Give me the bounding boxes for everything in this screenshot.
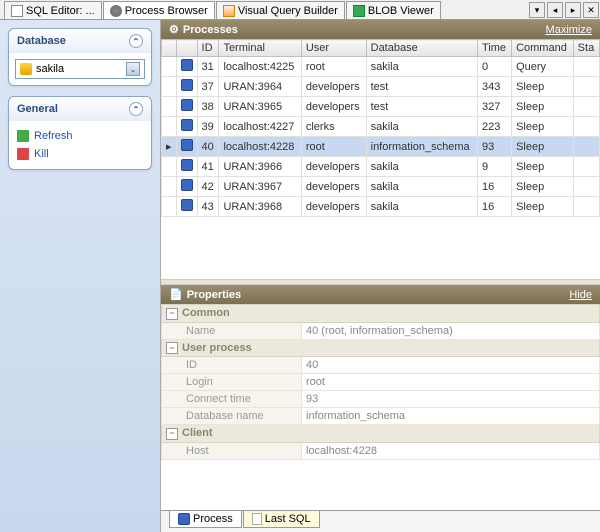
top-tabstrip: SQL Editor: ... Process Browser Visual Q… [0,0,600,20]
tab-sql-editor[interactable]: SQL Editor: ... [4,1,102,19]
processes-grid[interactable]: IDTerminalUserDatabaseTimeCommandSta 31l… [161,39,600,279]
general-panel-title: General [17,103,58,115]
tab-last-sql[interactable]: Last SQL [243,511,320,528]
tab-prev-button[interactable]: ◂ [547,2,563,18]
processes-icon: ⚙ [169,23,179,36]
sql-doc-icon [252,513,262,525]
table-row[interactable]: ▸40localhost:4228rootinformation_schema9… [162,137,600,157]
properties-grid: −CommonName40 (root, information_schema)… [161,304,600,510]
general-panel: General ⌃ Refresh Kill [8,96,152,170]
table-row[interactable]: 41URAN:3966developerssakila9Sleep [162,157,600,177]
row-icon [181,159,193,171]
property-group[interactable]: −User process [162,339,600,357]
row-icon [181,139,193,151]
property-row: Loginroot [162,374,600,391]
database-select[interactable]: sakila ⌄ [15,59,145,79]
column-header[interactable]: User [301,40,366,57]
kill-link[interactable]: Kill [15,145,145,163]
property-group[interactable]: −Common [162,305,600,323]
column-header[interactable]: Sta [573,40,599,57]
database-panel-title: Database [17,35,66,47]
collapse-icon[interactable]: ⌃ [129,102,143,116]
tab-next-button[interactable]: ▸ [565,2,581,18]
tab-visual-query-builder[interactable]: Visual Query Builder [216,1,345,19]
chevron-down-icon[interactable]: ⌄ [126,62,140,76]
table-row[interactable]: 43URAN:3968developerssakila16Sleep [162,197,600,217]
property-row: ID40 [162,357,600,374]
row-icon [181,179,193,191]
property-group[interactable]: −Client [162,425,600,443]
refresh-icon [17,130,29,142]
column-header[interactable]: Time [478,40,512,57]
processes-header: ⚙ Processes Maximize [161,20,600,39]
property-row: Name40 (root, information_schema) [162,322,600,339]
process-icon [178,513,190,525]
tab-process-browser[interactable]: Process Browser [103,1,215,19]
maximize-link[interactable]: Maximize [546,24,592,36]
database-panel: Database ⌃ sakila ⌄ [8,28,152,86]
column-header[interactable]: Command [512,40,574,57]
table-row[interactable]: 39localhost:4227clerkssakila223Sleep [162,117,600,137]
row-icon [181,79,193,91]
gear-icon [110,5,122,17]
property-row: Hostlocalhost:4228 [162,442,600,459]
property-row: Database nameinformation_schema [162,408,600,425]
refresh-link[interactable]: Refresh [15,127,145,145]
column-header[interactable]: ID [197,40,219,57]
properties-icon: 📄 [169,288,183,301]
kill-icon [17,148,29,160]
bottom-tabstrip: Process Last SQL [161,510,600,532]
row-icon [181,59,193,71]
column-header[interactable]: Database [366,40,477,57]
blob-icon [353,5,365,17]
vq-icon [223,5,235,17]
table-row[interactable]: 42URAN:3967developerssakila16Sleep [162,177,600,197]
row-icon [181,99,193,111]
hide-link[interactable]: Hide [569,289,592,301]
table-row[interactable]: 31localhost:4225rootsakila0Query [162,57,600,77]
tab-process[interactable]: Process [169,511,242,528]
column-header[interactable]: Terminal [219,40,301,57]
database-icon [20,63,32,75]
table-row[interactable]: 38URAN:3965developerstest327Sleep [162,97,600,117]
sidebar: Database ⌃ sakila ⌄ General ⌃ Refresh Ki… [0,20,160,532]
collapse-icon[interactable]: ⌃ [129,34,143,48]
tab-blob-viewer[interactable]: BLOB Viewer [346,1,441,19]
property-row: Connect time93 [162,391,600,408]
row-icon [181,199,193,211]
sql-icon [11,5,23,17]
tab-close-button[interactable]: ✕ [583,2,599,18]
properties-header: 📄 Properties Hide [161,285,600,304]
tab-list-button[interactable]: ▾ [529,2,545,18]
row-icon [181,119,193,131]
table-row[interactable]: 37URAN:3964developerstest343Sleep [162,77,600,97]
